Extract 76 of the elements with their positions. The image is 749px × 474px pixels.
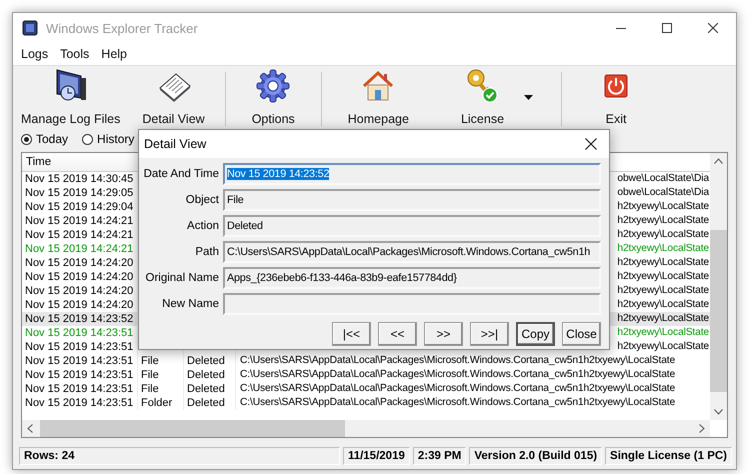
table-cell: Folder	[138, 396, 184, 410]
menu-item[interactable]: Logs	[15, 47, 54, 61]
table-cell-text: C:\Users\SARS\AppData\Local\Packages\Microsoft.Windows.Cortana_cw5n1h2txyewy\LocalState	[239, 354, 676, 368]
table-cell: h2txyewy\LocalState	[617, 214, 710, 228]
radio-label[interactable]: History	[97, 132, 134, 146]
dialog-title: Detail View	[144, 137, 208, 151]
gear-icon	[255, 68, 292, 104]
table-cell: File	[138, 368, 184, 382]
table-cell-text: C:\Users\SARS\AppData\Local\Packages\Microsoft.Windows.Cortana_cw5n1h2txyewy\LocalState	[239, 382, 676, 396]
table-cell: Nov 15 2019 14:23:51	[22, 368, 138, 382]
chevron-right-icon	[699, 424, 705, 433]
table-cell: Deleted	[184, 382, 236, 396]
table-cell: h2txyewy\LocalState	[617, 256, 710, 270]
table-cell: h2txyewy\LocalState	[617, 298, 710, 312]
table-cell: h2txyewy\LocalState	[617, 284, 710, 298]
dialog-button[interactable]: |<<	[332, 322, 371, 346]
table-cell: h2txyewy\LocalState	[617, 326, 710, 340]
radio-button[interactable]	[21, 134, 32, 144]
table-cell: Deleted	[184, 368, 236, 382]
dialog-button[interactable]: <<	[378, 322, 417, 346]
radio-label[interactable]: Today	[36, 132, 68, 146]
toolbar-button[interactable]: Manage Log Files	[15, 68, 126, 126]
field-label: Action	[186, 220, 219, 232]
chevron-down-icon	[714, 409, 723, 415]
field-label: Object	[184, 194, 219, 206]
input-field[interactable]: File	[223, 189, 601, 211]
table-cell: h2txyewy\LocalState	[617, 340, 710, 354]
dialog-button[interactable]: Close	[562, 322, 601, 346]
input-field[interactable]: Apps_{236ebeb6-f133-446a-83b9-eafe157784dd}	[223, 267, 601, 289]
toolbar-button[interactable]: Detail View	[136, 68, 211, 126]
table-cell: h2txyewy\LocalState	[617, 228, 710, 242]
status-text: 11/15/2019	[342, 447, 410, 465]
table-cell: Nov 15 2019 14:23:51	[22, 354, 138, 368]
menu-item[interactable]: Help	[95, 47, 134, 61]
table-cell: h2txyewy\LocalState	[617, 270, 710, 284]
input-field[interactable]: Nov 15 2019 14:23:52	[223, 163, 601, 185]
field-label: Original Name	[144, 272, 219, 284]
close-icon[interactable]	[585, 138, 597, 150]
field-label: Date And Time	[142, 168, 219, 180]
close-icon[interactable]	[708, 23, 718, 33]
field-label: Path	[194, 246, 219, 258]
chevron-left-icon	[27, 424, 33, 433]
toolbar-button[interactable]: Options	[246, 68, 301, 126]
input-field[interactable]: Deleted	[223, 215, 601, 237]
table-cell: Nov 15 2019 14:23:51	[22, 382, 138, 396]
table-cell: File	[138, 382, 184, 396]
menu-item[interactable]: Tools	[54, 47, 96, 61]
field-label: New Name	[161, 298, 219, 310]
input-field[interactable]: C:\Users\SARS\AppData\Local\Packages\Microsoft.Windows.Cortana_cw5n1h	[223, 241, 601, 263]
toolbar-button[interactable]: Exit	[592, 68, 640, 126]
dialog-button[interactable]: Copy	[516, 322, 555, 346]
chevron-up-icon	[714, 158, 723, 164]
table-cell: obwe\LocalState\Dia	[617, 186, 710, 200]
caret-icon	[524, 94, 534, 100]
table-cell: Deleted	[184, 396, 236, 410]
table-cell-text: C:\Users\SARS\AppData\Local\Packages\Microsoft.Windows.Cortana_cw5n1h2txyewy\LocalState	[239, 396, 676, 410]
table-cell: Deleted	[184, 354, 236, 368]
status-text: Version 2.0 (Build 015)	[469, 447, 602, 465]
status-text: 2:39 PM	[412, 447, 466, 465]
maximize-icon[interactable]	[662, 23, 672, 33]
app-icon	[22, 20, 38, 36]
dialog-button[interactable]: >>	[424, 322, 463, 346]
table-cell: h2txyewy\LocalState	[617, 242, 710, 256]
toolbar-button[interactable]: License	[454, 68, 540, 126]
table-cell: obwe\LocalState\Dia	[617, 172, 710, 186]
toolbar-button[interactable]: Homepage	[342, 68, 415, 126]
radio-button[interactable]	[82, 134, 94, 144]
table-cell: h2txyewy\LocalState	[617, 200, 710, 214]
table-cell: File	[138, 354, 184, 368]
table-cell: h2txyewy\LocalState	[617, 312, 710, 326]
table-cell-text: C:\Users\SARS\AppData\Local\Packages\Microsoft.Windows.Cortana_cw5n1h2txyewy\LocalState	[239, 368, 676, 382]
table-cell: Nov 15 2019 14:23:51	[22, 396, 138, 410]
status-text: Single License (1 PC)	[605, 447, 732, 465]
window-title: Windows Explorer Tracker	[46, 20, 199, 36]
dialog-button[interactable]: >>|	[470, 322, 509, 346]
status-text: Rows: 24	[19, 447, 340, 465]
